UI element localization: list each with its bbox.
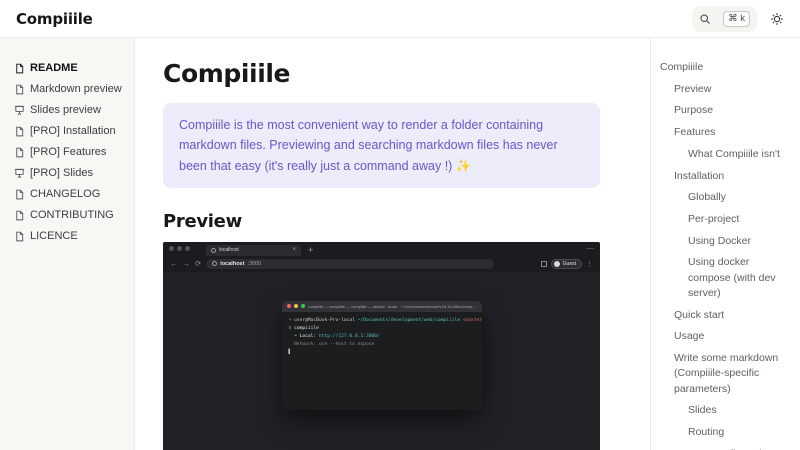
toc-item[interactable]: Compiiile xyxy=(660,60,792,75)
file-icon xyxy=(14,84,25,95)
back-icon: ← xyxy=(170,260,178,268)
theme-toggle-button[interactable] xyxy=(770,12,784,26)
sidebar-item[interactable]: README xyxy=(14,62,134,74)
browser-menu-icon: ⋮ xyxy=(586,260,593,268)
toc-item[interactable]: Globally xyxy=(660,190,792,205)
browser-tab: localhost × xyxy=(206,245,301,256)
toc-item[interactable]: Usage xyxy=(660,329,792,344)
toolbar-right: Guest ⋮ xyxy=(541,259,593,269)
terminal-window: compiiile — compiiile — compiiile — sshu… xyxy=(282,301,482,410)
sidebar-item-label: [PRO] Slides xyxy=(30,167,93,179)
site-logo[interactable]: Compiiile xyxy=(16,10,93,28)
terminal-line: ➜ Local: http://127.0.0.1:3000/ xyxy=(289,333,475,341)
profile-label: Guest xyxy=(563,261,576,267)
preview-screenshot: localhost × + — ← → ⟳ localhost:3000 xyxy=(163,242,600,450)
file-icon xyxy=(14,126,25,137)
new-tab-icon: + xyxy=(308,245,313,256)
window-minimize-dot xyxy=(177,246,182,251)
sidebar-item[interactable]: CHANGELOG xyxy=(14,188,134,200)
url-host: localhost xyxy=(220,261,244,267)
profile-badge: Guest xyxy=(551,259,582,269)
toc-item[interactable]: Purpose xyxy=(660,103,792,118)
terminal-titlebar: compiiile — compiiile — compiiile — sshu… xyxy=(282,301,482,312)
preview-heading: Preview xyxy=(163,211,650,232)
browser-viewport: compiiile — compiiile — compiiile — sshu… xyxy=(163,301,600,450)
sidebar-item-label: LICENCE xyxy=(30,230,78,242)
sidebar-item[interactable]: Slides preview xyxy=(14,104,134,116)
window-close-dot xyxy=(169,246,174,251)
sidebar-item[interactable]: CONTRIBUTING xyxy=(14,209,134,221)
header-actions: ⌘ k xyxy=(692,6,784,32)
toc-item[interactable]: Routing xyxy=(660,425,792,440)
file-icon xyxy=(14,147,25,158)
extensions-icon xyxy=(541,261,547,267)
window-zoom-dot xyxy=(185,246,190,251)
toc-item[interactable]: Features xyxy=(660,125,792,140)
sidebar-item[interactable]: LICENCE xyxy=(14,230,134,242)
browser-tab-title: localhost xyxy=(219,247,239,253)
search-icon xyxy=(699,13,711,25)
toc-item[interactable]: Installation xyxy=(660,169,792,184)
window-controls xyxy=(169,242,190,256)
sidebar-item-label: CONTRIBUTING xyxy=(30,209,114,221)
info-callout: Compiiile is the most convenient way to … xyxy=(163,103,600,188)
toc-item[interactable]: Using Docker xyxy=(660,234,792,249)
terminal-line: $ compiiile xyxy=(289,325,475,333)
keyboard-shortcut-badge: ⌘ k xyxy=(723,11,750,27)
globe-icon xyxy=(211,248,216,253)
main-content: Compiiile Compiiile is the most convenie… xyxy=(135,38,650,450)
toc-item[interactable]: What Compiiile isn't xyxy=(660,147,792,162)
terminal-line: ▌ xyxy=(289,349,475,357)
toc-item[interactable]: Write some markdown (Compiiile-specific … xyxy=(660,351,792,397)
file-sidebar: README Markdown preview Slides preview [… xyxy=(0,38,135,450)
sidebar-item[interactable]: Markdown preview xyxy=(14,83,134,95)
minimize-icon: — xyxy=(586,242,594,256)
terminal-line: ➜ user@MacBook-Pro-local ~/Documents/dev… xyxy=(289,317,475,325)
sidebar-item-label: CHANGELOG xyxy=(30,188,100,200)
toc-item[interactable]: Slides xyxy=(660,403,792,418)
toc-item[interactable]: Using docker compose (with dev server) xyxy=(660,255,792,301)
sidebar-item[interactable]: [PRO] Installation xyxy=(14,125,134,137)
slides-icon xyxy=(14,105,25,116)
terminal-body: ➜ user@MacBook-Pro-local ~/Documents/dev… xyxy=(282,312,482,410)
file-icon xyxy=(14,231,25,242)
terminal-line: Network: use --host to expose xyxy=(289,341,475,349)
reload-icon: ⟳ xyxy=(195,260,201,268)
app-root: Compiiile ⌘ k README xyxy=(0,0,800,450)
file-icon xyxy=(14,210,25,221)
slides-icon xyxy=(14,168,25,179)
sidebar-item-label: Slides preview xyxy=(30,104,101,116)
avatar xyxy=(554,261,560,267)
file-icon xyxy=(14,63,25,74)
toc-item[interactable]: Preview xyxy=(660,82,792,97)
toc-item[interactable]: Per-project xyxy=(660,212,792,227)
sidebar-item-label: [PRO] Installation xyxy=(30,125,116,137)
sidebar-item-label: README xyxy=(30,62,78,74)
address-bar: localhost:3000 xyxy=(206,259,494,269)
terminal-close-dot xyxy=(287,304,291,308)
terminal-zoom-dot xyxy=(301,304,305,308)
top-header: Compiiile ⌘ k xyxy=(0,0,800,38)
file-icon xyxy=(14,189,25,200)
site-info-icon xyxy=(212,261,217,266)
page-title: Compiiile xyxy=(163,59,650,88)
search-button[interactable]: ⌘ k xyxy=(692,6,757,32)
sidebar-item-label: [PRO] Features xyxy=(30,146,106,158)
browser-tabstrip: localhost × + — xyxy=(163,242,600,256)
browser-toolbar: ← → ⟳ localhost:3000 Guest ⋮ xyxy=(163,256,600,272)
sidebar-item[interactable]: [PRO] Slides xyxy=(14,167,134,179)
sun-icon xyxy=(770,12,784,26)
toc-item[interactable]: Quick start xyxy=(660,308,792,323)
tab-close-icon: × xyxy=(292,247,296,253)
table-of-contents: Compiiile Preview Purpose Features What Comp… xyxy=(650,38,800,450)
terminal-title: compiiile — compiiile — compiiile — sshu… xyxy=(308,304,477,309)
toc-item[interactable]: Custom configuration xyxy=(660,447,792,450)
forward-icon: → xyxy=(183,260,191,268)
terminal-minimize-dot xyxy=(294,304,298,308)
url-port: :3000 xyxy=(247,261,261,267)
sidebar-item-label: Markdown preview xyxy=(30,83,122,95)
sidebar-item[interactable]: [PRO] Features xyxy=(14,146,134,158)
